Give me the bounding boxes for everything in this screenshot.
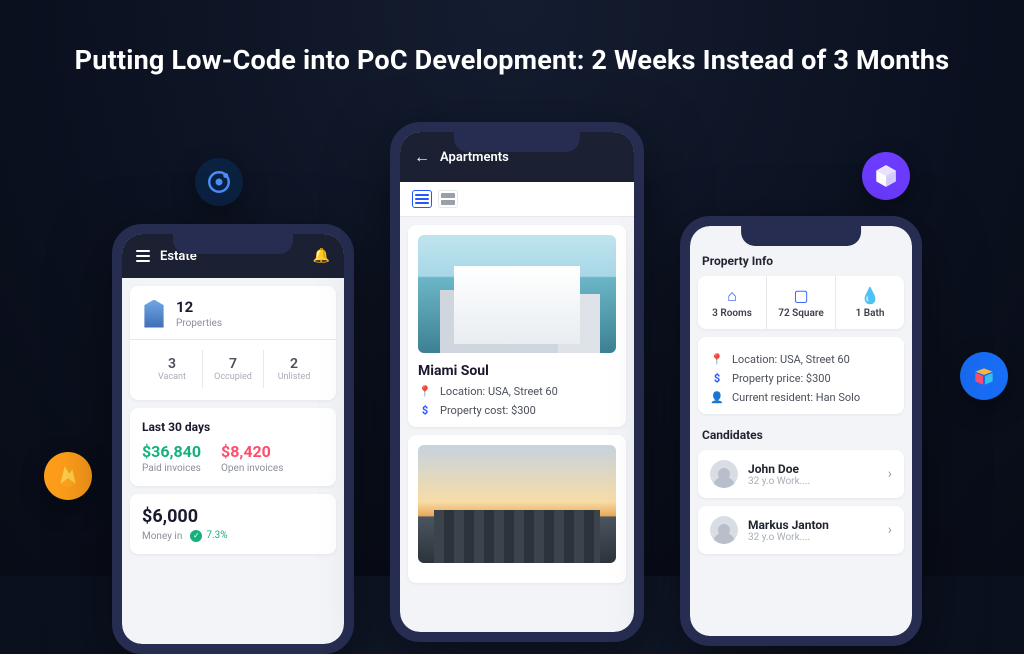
- status-occupied[interactable]: 7 Occupied: [202, 350, 263, 388]
- features-card: ⌂ 3 Rooms ▢ 72 Square 💧 1 Bath: [698, 276, 904, 329]
- person-icon: 👤: [710, 391, 724, 404]
- paid-amount: $36,840: [142, 442, 201, 461]
- chevron-right-icon: ›: [888, 466, 892, 482]
- avatar: [710, 516, 738, 544]
- property-info-title: Property Info: [690, 248, 912, 268]
- open-label: Open invoices: [221, 463, 283, 474]
- pin-icon: 📍: [418, 385, 432, 398]
- phone-apartments: ← Apartments Miami Soul 📍 Location: USA,…: [390, 122, 644, 642]
- pin-icon: 📍: [710, 353, 724, 366]
- listing-photo-2: [418, 445, 616, 563]
- money-in-label: Money in: [142, 531, 182, 542]
- ionic-icon: [206, 169, 232, 195]
- candidate-sub: 32 y.o Work....: [748, 532, 829, 543]
- properties-label: Properties: [176, 318, 222, 329]
- feature-rooms: ⌂ 3 Rooms: [698, 276, 766, 329]
- square-icon: ▢: [771, 286, 831, 304]
- ionic-badge: [195, 158, 243, 206]
- listing-card[interactable]: Miami Soul 📍 Location: USA, Street 60 $ …: [408, 225, 626, 427]
- firebase-icon: [55, 463, 81, 489]
- invoices-card: Last 30 days $36,840 Paid invoices $8,42…: [130, 408, 336, 486]
- list-view-button[interactable]: [412, 190, 432, 208]
- candidate-row[interactable]: Markus Janton 32 y.o Work.... ›: [698, 506, 904, 554]
- airtable-icon: [971, 363, 997, 389]
- avatar: [710, 460, 738, 488]
- home-icon: ⌂: [702, 286, 762, 304]
- cube-badge: [862, 152, 910, 200]
- status-vacant[interactable]: 3 Vacant: [142, 350, 202, 388]
- period-label: Last 30 days: [142, 420, 324, 434]
- detail-resident: Current resident: Han Solo: [732, 391, 860, 404]
- listing-location: 📍 Location: USA, Street 60: [418, 385, 616, 398]
- candidate-name: John Doe: [748, 462, 810, 476]
- money-in-amount: $6,000: [142, 506, 324, 527]
- phone-estate: Estate 🔔 12 Properties 3 Vacant 7: [112, 224, 354, 654]
- hamburger-icon[interactable]: [136, 250, 150, 262]
- firebase-badge: [44, 452, 92, 500]
- listing-card-2[interactable]: [408, 435, 626, 583]
- cube-icon: [873, 163, 899, 189]
- properties-count: 12: [176, 298, 222, 316]
- money-in-card: $6,000 Money in ✓ 7.3%: [130, 494, 336, 554]
- details-card: 📍 Location: USA, Street 60 $ Property pric…: [698, 337, 904, 414]
- detail-location: Location: USA, Street 60: [732, 353, 850, 366]
- chevron-right-icon: ›: [888, 522, 892, 538]
- phone-notch: [173, 234, 293, 254]
- listing-name: Miami Soul: [418, 363, 616, 379]
- candidate-name: Markus Janton: [748, 518, 829, 532]
- open-amount: $8,420: [221, 442, 283, 461]
- candidate-row[interactable]: John Doe 32 y.o Work.... ›: [698, 450, 904, 498]
- status-tri: 3 Vacant 7 Occupied 2 Unlisted: [142, 350, 324, 388]
- properties-card: 12 Properties 3 Vacant 7 Occupied 2 Unli…: [130, 286, 336, 400]
- candidates-title: Candidates: [690, 422, 912, 442]
- airtable-badge: [960, 352, 1008, 400]
- building-icon: [142, 300, 166, 328]
- view-toggle: [400, 182, 634, 217]
- status-unlisted[interactable]: 2 Unlisted: [263, 350, 324, 388]
- phone-notch: [454, 132, 580, 152]
- droplet-icon: 💧: [840, 286, 900, 304]
- dollar-icon: $: [418, 404, 432, 417]
- listing-photo: [418, 235, 616, 353]
- candidate-sub: 32 y.o Work....: [748, 476, 810, 487]
- feature-bath: 💧 1 Bath: [835, 276, 904, 329]
- bell-icon[interactable]: 🔔: [313, 248, 330, 264]
- back-icon[interactable]: ←: [414, 147, 430, 167]
- grid-view-button[interactable]: [438, 190, 458, 208]
- dollar-icon: $: [710, 372, 724, 385]
- phone-property-info: Property Info ⌂ 3 Rooms ▢ 72 Square 💧 1 …: [680, 216, 922, 646]
- listing-cost: $ Property cost: $300: [418, 404, 616, 417]
- paid-label: Paid invoices: [142, 463, 201, 474]
- phone-notch: [741, 226, 861, 246]
- check-icon: ✓: [190, 530, 202, 542]
- feature-square: ▢ 72 Square: [766, 276, 835, 329]
- page-title: Putting Low-Code into PoC Development: 2…: [0, 44, 1024, 76]
- money-in-delta: ✓ 7.3%: [190, 530, 227, 542]
- detail-price: Property price: $300: [732, 372, 831, 385]
